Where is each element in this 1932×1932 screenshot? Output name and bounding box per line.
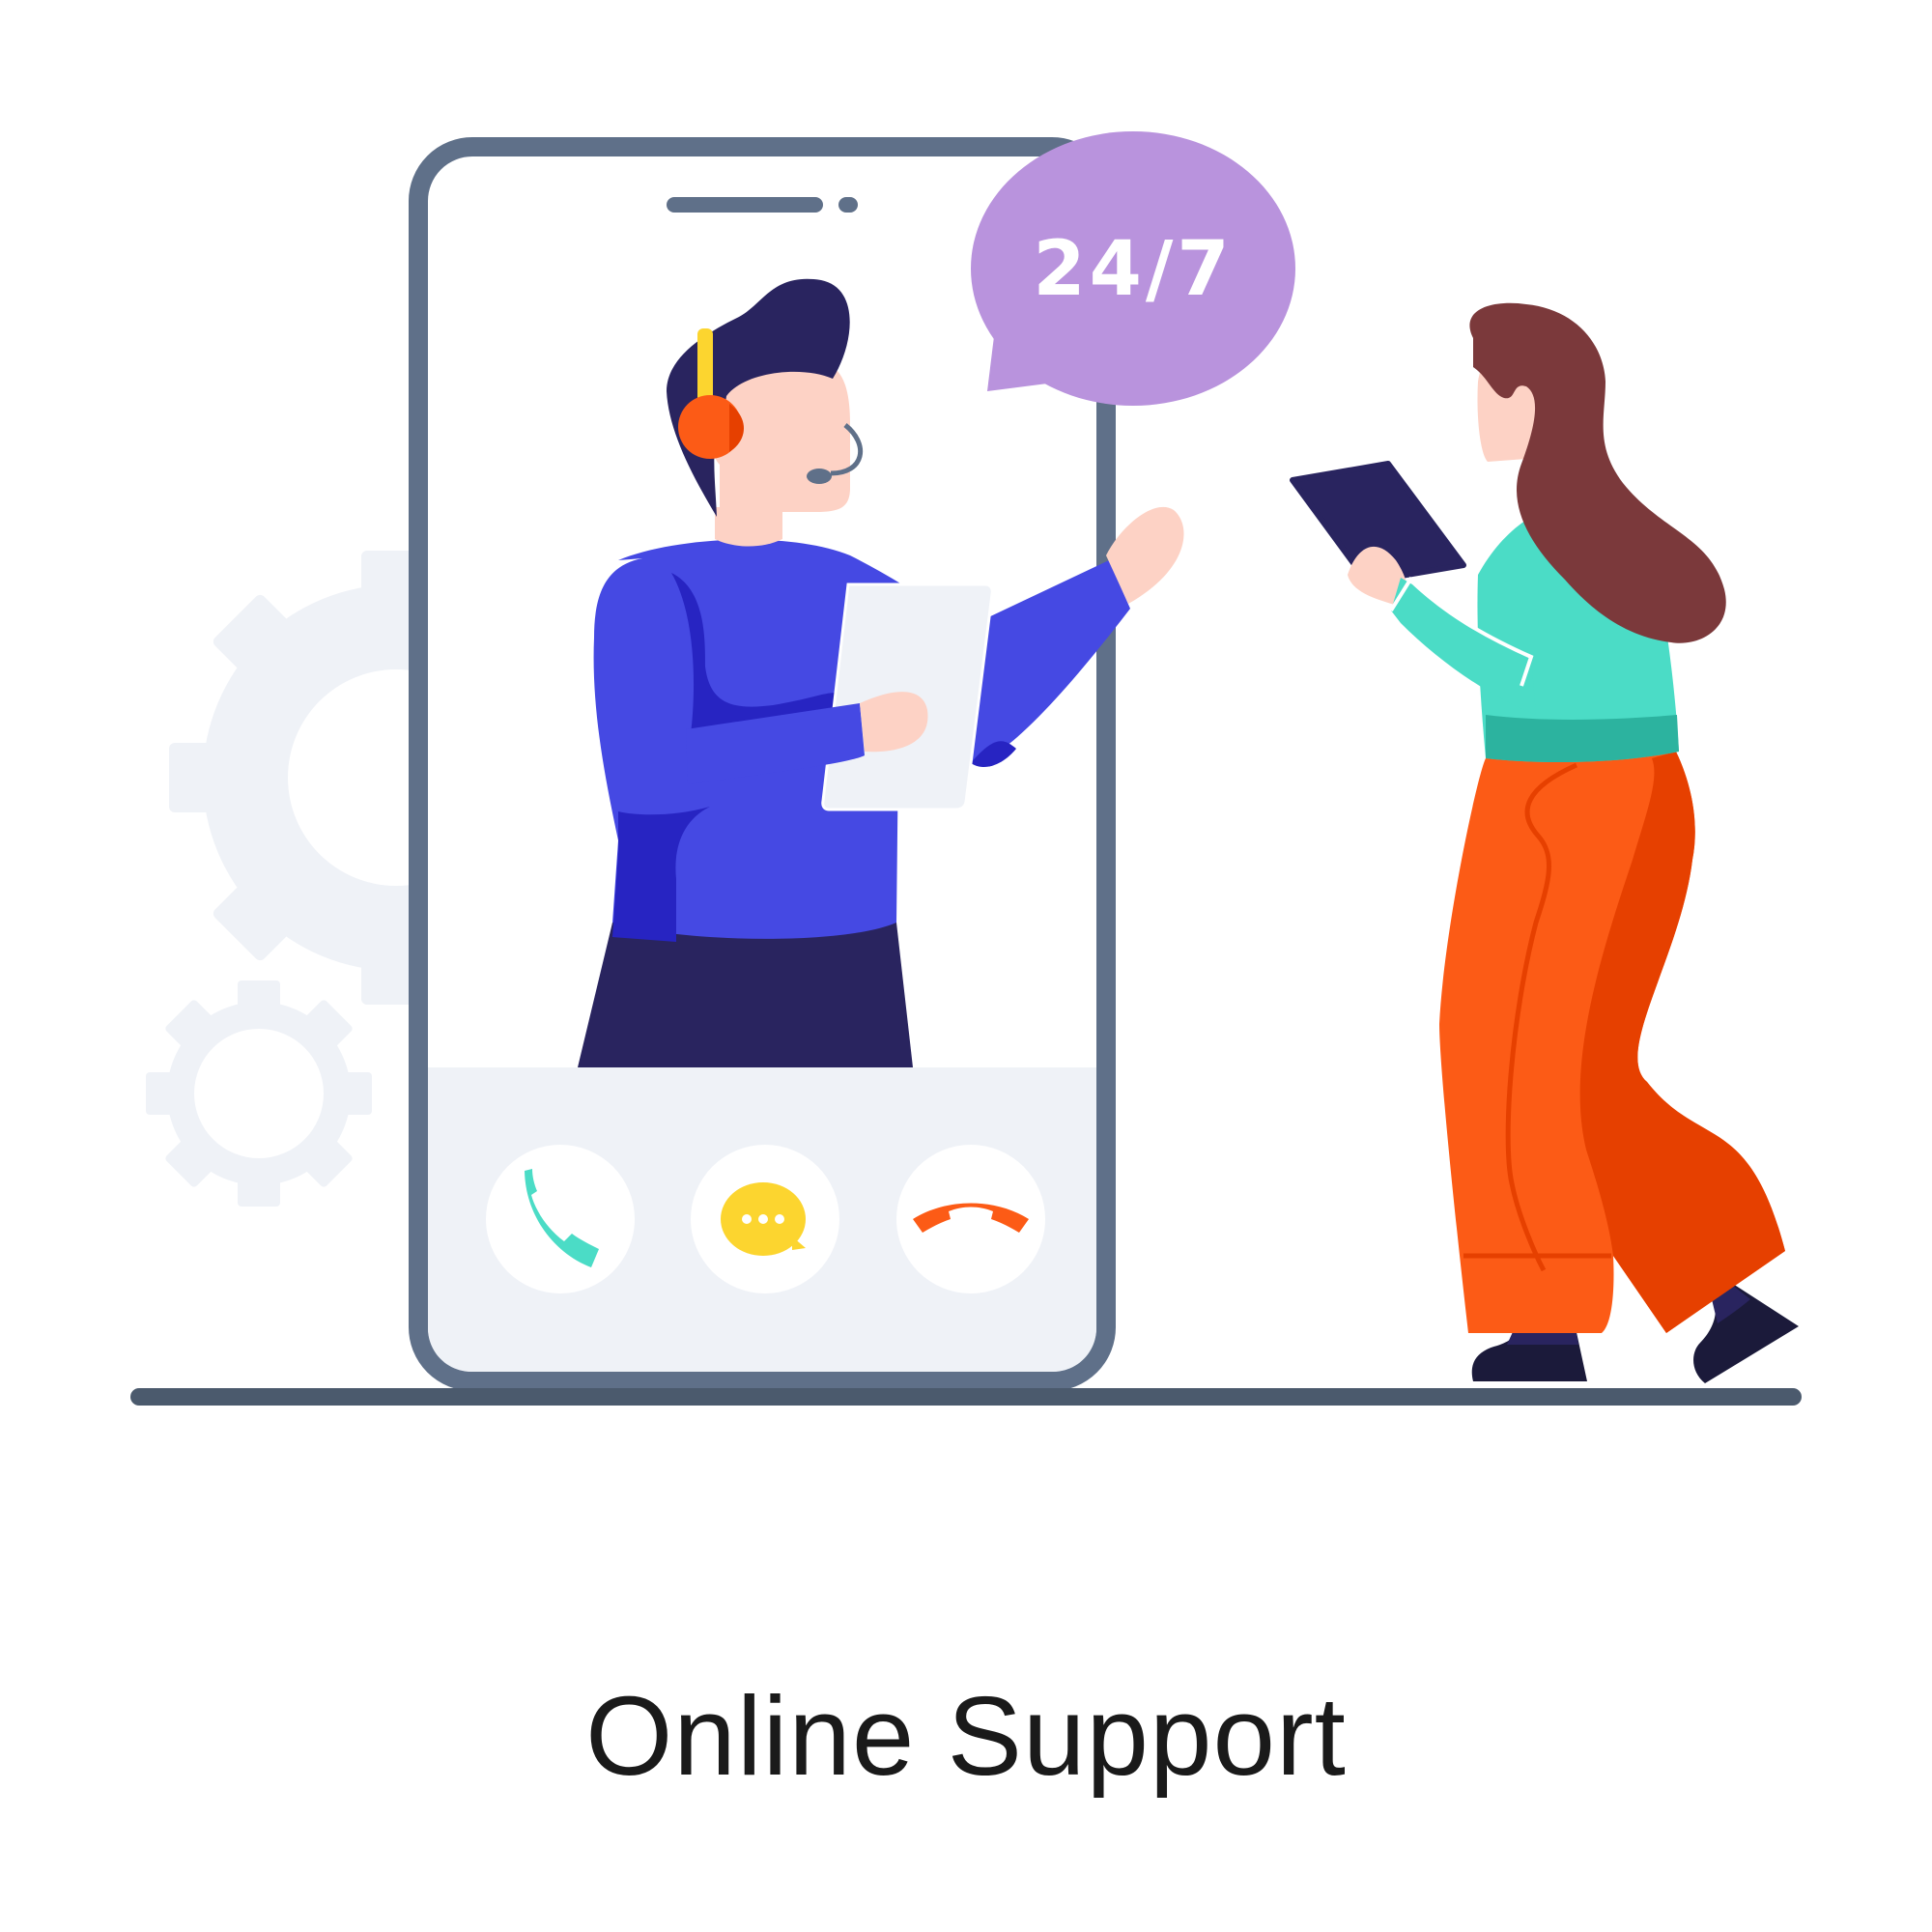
chat-button[interactable] [691,1145,839,1293]
gear-icon [146,980,372,1207]
end-call-button[interactable] [896,1145,1045,1293]
online-support-illustration: 24/7 [130,131,1802,1406]
accept-call-button[interactable] [486,1145,635,1293]
illustration-caption: Online Support [585,1673,1347,1799]
support-hours-bubble: 24/7 [971,131,1295,406]
bubble-text: 24/7 [1033,226,1233,313]
ground-line [130,1388,1802,1406]
phone-speaker [667,197,823,213]
call-controls-panel [428,1067,1096,1372]
chat-icon [721,1182,806,1256]
phone-camera [838,197,858,213]
customer-woman [1290,302,1799,1383]
